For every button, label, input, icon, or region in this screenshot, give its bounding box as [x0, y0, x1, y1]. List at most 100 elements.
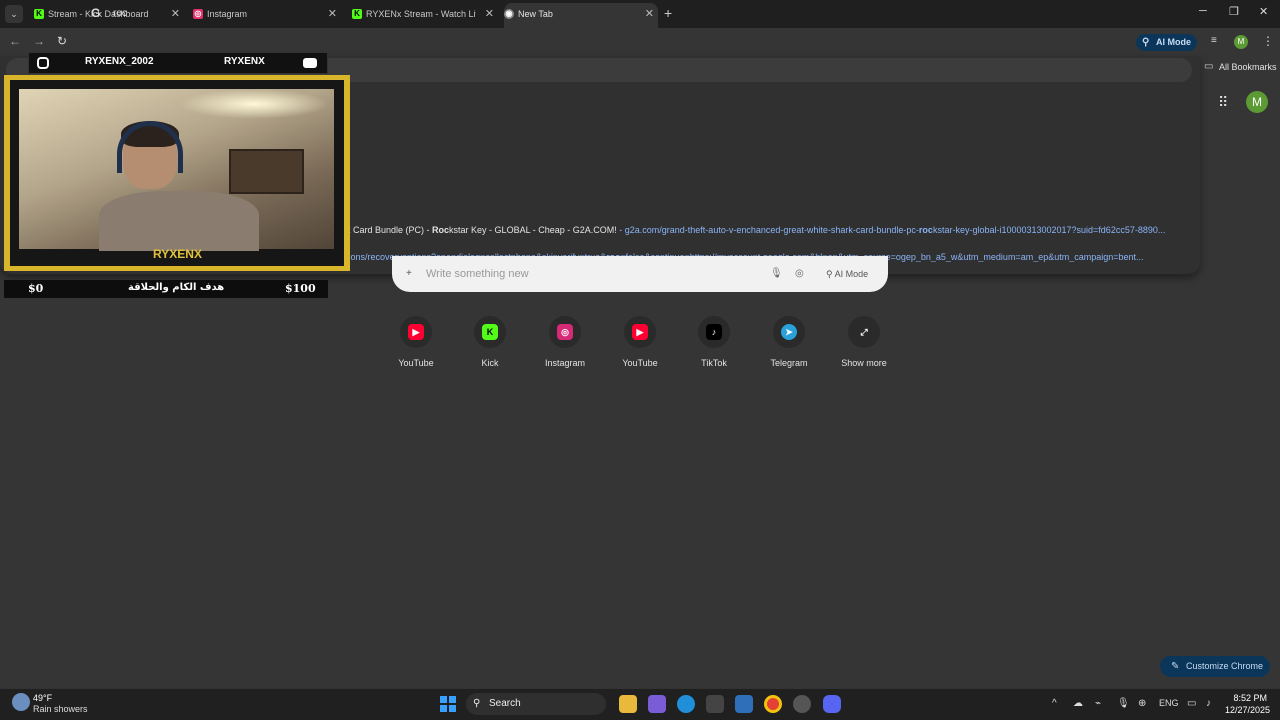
- microphone-icon[interactable]: 🎙: [770, 268, 783, 279]
- youtube-icon: ▶: [408, 324, 424, 340]
- goal-end: $100: [285, 282, 316, 295]
- tab-strip: ⌄ K Stream - Kick Dashboard ✕ ◎ Instagra…: [0, 0, 1280, 28]
- tab-title: New Tab: [518, 9, 553, 19]
- instagram-icon: ◎: [193, 9, 203, 19]
- copilot-icon[interactable]: [648, 695, 666, 713]
- language-indicator[interactable]: ENG: [1159, 698, 1179, 708]
- expand-icon: ⤢: [860, 327, 868, 337]
- close-icon[interactable]: ✕: [171, 3, 180, 25]
- forward-button[interactable]: →: [33, 34, 45, 48]
- clock-date[interactable]: 12/27/2025: [1224, 705, 1270, 715]
- shortcut-youtube[interactable]: ▶ YouTube: [381, 316, 451, 368]
- mic-icon[interactable]: 🎙: [1117, 698, 1130, 709]
- taskbar-search-label: Search: [489, 698, 521, 709]
- all-bookmarks-link[interactable]: All Bookmarks: [1219, 62, 1277, 72]
- shortcut-telegram[interactable]: ➤ Telegram: [754, 316, 824, 368]
- suggestion-url: kstar-key-global-i10000313002017?suid=fd…: [932, 225, 1166, 235]
- shortcut-label: Kick: [481, 358, 499, 368]
- shortcut-label: Show more: [841, 358, 887, 368]
- edge-icon[interactable]: [677, 695, 695, 713]
- close-icon[interactable]: ✕: [328, 3, 337, 25]
- clock-time[interactable]: 8:52 PM: [1229, 693, 1267, 703]
- youtube-icon: [303, 58, 317, 68]
- shortcut-youtube-2[interactable]: ▶ YouTube: [605, 316, 675, 368]
- ai-mode-button[interactable]: ⚲ AI Mode: [1136, 34, 1197, 51]
- profile-avatar[interactable]: M: [1234, 35, 1248, 49]
- onedrive-icon[interactable]: ☁: [1073, 698, 1083, 709]
- shortcut-instagram[interactable]: ◎ Instagram: [530, 316, 600, 368]
- store-icon[interactable]: [706, 695, 724, 713]
- volume-icon[interactable]: ♪: [1206, 698, 1211, 709]
- obs-icon[interactable]: [793, 695, 811, 713]
- ai-mode-label: AI Mode: [1156, 37, 1191, 47]
- folder-icon: ▭: [1204, 61, 1214, 72]
- weather-icon[interactable]: [12, 693, 30, 711]
- weather-temp[interactable]: 49°F: [33, 693, 52, 703]
- start-button[interactable]: [440, 696, 456, 712]
- location-icon[interactable]: ⊕: [1138, 698, 1146, 709]
- omnibox-input[interactable]: roc: [113, 8, 127, 19]
- shortcut-label: Instagram: [544, 358, 586, 368]
- close-window-button[interactable]: ✕: [1259, 5, 1268, 18]
- ai-search-icon: ⚲: [1142, 37, 1150, 48]
- minimize-button[interactable]: ─: [1199, 5, 1207, 17]
- streamer: [99, 119, 259, 251]
- stream-overlay-header: [28, 52, 328, 74]
- kick-icon: K: [482, 324, 498, 340]
- shortcut-tiktok[interactable]: ♪ TikTok: [679, 316, 749, 368]
- mail-icon[interactable]: [735, 695, 753, 713]
- close-icon[interactable]: ✕: [485, 3, 494, 25]
- restore-button[interactable]: ❐: [1229, 5, 1239, 18]
- display-icon[interactable]: ▭: [1187, 698, 1196, 709]
- overlay-channel: RYXENX: [224, 56, 265, 67]
- account-avatar[interactable]: M: [1246, 91, 1268, 113]
- webcam-feed: [19, 89, 334, 251]
- new-tab-button[interactable]: +: [664, 5, 672, 21]
- instagram-icon: [37, 57, 49, 69]
- tab-instagram[interactable]: ◎ Instagram ✕: [193, 3, 341, 25]
- plus-icon[interactable]: +: [406, 268, 412, 279]
- goal-title: هدف الكام والحلاقة: [128, 282, 225, 293]
- shortcut-label: YouTube: [398, 358, 434, 368]
- ntp-ai-mode-button[interactable]: ⚲ AI Mode: [826, 269, 868, 280]
- lens-icon[interactable]: ◎: [795, 268, 804, 279]
- back-button[interactable]: ←: [9, 34, 21, 48]
- shortcut-show-more[interactable]: ⤢ Show more: [829, 316, 899, 368]
- weather-desc[interactable]: Rain showers: [33, 704, 88, 714]
- instagram-icon: ◎: [557, 324, 573, 340]
- customize-label: Customize Chrome: [1186, 661, 1264, 671]
- close-icon[interactable]: ✕: [645, 3, 654, 25]
- overlay-handle: RYXENX_2002: [85, 56, 154, 67]
- network-icon[interactable]: ⌁: [1095, 698, 1101, 709]
- kick-icon: K: [352, 9, 362, 19]
- menu-icon[interactable]: ⋮: [1262, 34, 1274, 48]
- reload-button[interactable]: ↻: [57, 34, 67, 48]
- suggestion-url: - g2a.com/grand-theft-auto-v-enchanced-g…: [616, 225, 919, 235]
- tiktok-icon: ♪: [706, 324, 722, 340]
- tab-search-button[interactable]: ⌄: [5, 5, 23, 23]
- ntp-ai-mode-label: AI Mode: [834, 269, 869, 279]
- tab-new-tab[interactable]: ◉ New Tab ✕: [504, 3, 658, 28]
- reading-list-icon[interactable]: ≡: [1211, 35, 1217, 46]
- chevron-up-icon[interactable]: ^: [1052, 698, 1057, 709]
- chrome-icon[interactable]: [764, 695, 782, 713]
- suggestion-text: k Card Bundle (PC) -: [346, 225, 433, 235]
- suggestion-url-match: roc: [918, 225, 933, 235]
- chrome-icon: ◉: [504, 9, 514, 19]
- google-apps-icon[interactable]: ⠿: [1218, 94, 1228, 111]
- suggestion-item[interactable]: k Card Bundle (PC) - Rockstar Key - GLOB…: [346, 225, 1192, 235]
- overlay-streamer-name: RYXENX: [153, 247, 202, 261]
- windows-taskbar: [0, 688, 1280, 720]
- ntp-search-placeholder: Write something new: [426, 268, 529, 280]
- shortcut-kick[interactable]: K Kick: [455, 316, 525, 368]
- taskbar-search[interactable]: ⚲ Search: [466, 693, 606, 715]
- discord-icon[interactable]: [823, 695, 841, 713]
- kick-icon: K: [34, 9, 44, 19]
- tab-ryxenx-stream[interactable]: K RYXENx Stream - Watch Live on Kick ✕: [352, 3, 498, 25]
- search-icon: ⚲: [473, 698, 481, 709]
- tab-kick-dashboard[interactable]: K Stream - Kick Dashboard ✕: [34, 3, 184, 25]
- customize-chrome-button[interactable]: ✎ Customize Chrome: [1160, 656, 1270, 677]
- shortcut-label: YouTube: [622, 358, 658, 368]
- tab-title: Instagram: [207, 9, 248, 19]
- file-explorer-icon[interactable]: [619, 695, 637, 713]
